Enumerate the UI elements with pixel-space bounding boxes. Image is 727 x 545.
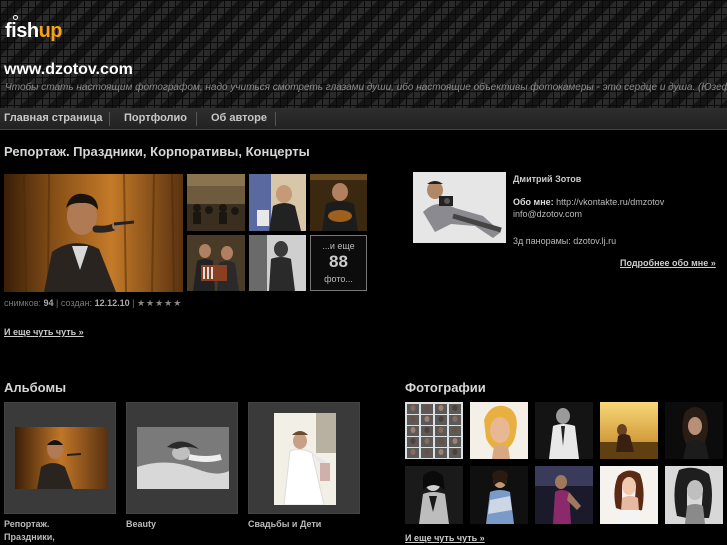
photo-thumb[interactable] — [405, 466, 463, 524]
album-thumb[interactable] — [187, 174, 245, 231]
album-cover[interactable] — [274, 413, 336, 505]
main-nav: Главная страница Портфолио Об авторе — [0, 108, 727, 130]
photo-thumb[interactable] — [470, 466, 528, 524]
nav-divider — [275, 112, 276, 126]
read-more-link[interactable]: И еще чуть чуть » — [4, 327, 84, 337]
fishup-logo[interactable]: fishup — [5, 20, 63, 43]
profile-photo[interactable] — [413, 172, 506, 243]
photo-thumb[interactable] — [665, 466, 723, 524]
nav-item-home[interactable]: Главная страница — [4, 112, 103, 124]
photos-heading: Фотографии — [405, 380, 486, 395]
albums-heading: Альбомы — [4, 380, 67, 395]
photo-thumb[interactable] — [535, 402, 593, 459]
photo-thumb[interactable] — [535, 466, 593, 524]
created-date: 12.12.10 — [94, 298, 130, 308]
album-thumb[interactable] — [249, 174, 306, 231]
site-title[interactable]: www.dzotov.com — [4, 61, 133, 79]
album-cover[interactable] — [15, 427, 107, 489]
album-label[interactable]: Beauty — [126, 518, 156, 531]
more-photos-box[interactable]: ...и еще 88 фото... — [310, 235, 367, 291]
album-cover[interactable] — [137, 427, 229, 489]
profile-panorama[interactable]: 3д панорамы: dzotov.lj.ru — [513, 236, 616, 246]
more-photos-count: 88 — [329, 252, 348, 271]
profile-name: Дмитрий Зотов — [513, 174, 582, 184]
site-header: fishup www.dzotov.com Чтобы стать настоя… — [0, 0, 727, 108]
photo-thumb[interactable] — [600, 402, 658, 459]
album-card[interactable] — [126, 402, 238, 514]
about-more-link[interactable]: Подробнее обо мне » — [620, 258, 716, 268]
photo-thumb[interactable] — [600, 466, 658, 524]
profile-about: Обо мне: http://vkontakte.ru/dmzotov — [513, 197, 665, 207]
photo-thumb[interactable] — [470, 402, 528, 459]
album-thumb[interactable] — [310, 174, 367, 231]
profile-vk-link[interactable]: http://vkontakte.ru/dmzotov — [556, 197, 664, 207]
nav-divider — [196, 112, 197, 126]
site-tagline: Чтобы стать настоящим фотографом, надо у… — [5, 82, 727, 93]
photo-thumb[interactable] — [665, 402, 723, 459]
album-thumb[interactable] — [249, 235, 306, 291]
rating-stars[interactable]: ★★★★★ — [137, 298, 182, 308]
main-album-photo[interactable] — [4, 174, 183, 292]
album-stats: снимков: 94 | создан: 12.12.10 | ★★★★★ — [4, 298, 183, 308]
photos-more-link[interactable]: И еще чуть чуть » — [405, 533, 485, 543]
nav-divider — [109, 112, 110, 126]
nav-item-about[interactable]: Об авторе — [211, 112, 267, 124]
photo-thumb[interactable] — [405, 402, 463, 459]
photo-count: 94 — [43, 298, 54, 308]
album-title[interactable]: Репортаж. Праздники, Корпоративы, Концер… — [4, 144, 310, 159]
album-label[interactable]: Репортаж. Праздники, — [4, 518, 55, 544]
nav-item-portfolio[interactable]: Портфолио — [124, 112, 187, 124]
album-label[interactable]: Свадьбы и Дети — [248, 518, 321, 531]
profile-email[interactable]: info@dzotov.com — [513, 209, 582, 219]
album-card[interactable] — [248, 402, 360, 514]
album-card[interactable] — [4, 402, 116, 514]
album-thumb[interactable] — [187, 235, 245, 291]
